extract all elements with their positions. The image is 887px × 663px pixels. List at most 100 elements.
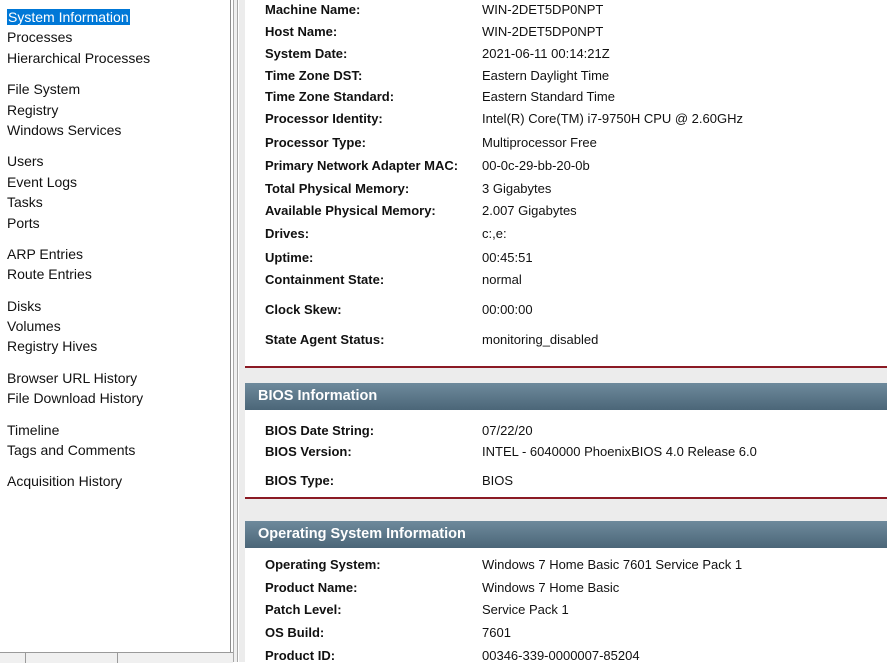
info-key: BIOS Type: xyxy=(265,473,335,488)
nav-group-gap xyxy=(0,68,230,79)
nav-item-label: Tasks xyxy=(7,194,43,211)
nav-group-gap xyxy=(0,233,230,244)
info-value: normal xyxy=(482,272,522,287)
info-value: c:,e: xyxy=(482,226,507,241)
info-value: Service Pack 1 xyxy=(482,602,569,617)
nav-item-file-download-history[interactable]: File Download History xyxy=(0,388,230,408)
info-key: BIOS Date String: xyxy=(265,423,375,438)
main-panel: Machine Name: WIN-2DET5DP0NPT Host Name: WI… xyxy=(239,0,887,662)
info-value: Eastern Daylight Time xyxy=(482,68,610,83)
info-value: Intel(R) Core(TM) i7-9750H CPU @ 2.60GHz xyxy=(482,111,743,126)
nav-item-tasks[interactable]: Tasks xyxy=(0,192,230,212)
nav-item-label: Users xyxy=(7,153,44,170)
nav-item-label: Tags and Comments xyxy=(7,442,136,459)
info-value: Windows 7 Home Basic xyxy=(482,580,620,595)
info-key: Processor Identity: xyxy=(265,111,383,126)
nav-item-arp-entries[interactable]: ARP Entries xyxy=(0,244,230,264)
nav-item-label: System Information xyxy=(7,9,130,25)
nav-item-label: Processes xyxy=(7,29,73,46)
bios-information-section: BIOS Information BIOS Date String: 07/22/… xyxy=(245,383,887,499)
nav-item-tags-and-comments[interactable]: Tags and Comments xyxy=(0,440,230,460)
info-value: Multiprocessor Free xyxy=(482,135,597,150)
sidebar-footer xyxy=(0,652,233,663)
nav-item-ports[interactable]: Ports xyxy=(0,213,230,233)
nav-group-gap xyxy=(0,357,230,368)
section-divider xyxy=(245,366,887,368)
info-value: 2021-06-11 00:14:21Z xyxy=(482,46,610,61)
info-value: INTEL - 6040000 PhoenixBIOS 4.0 Release … xyxy=(482,444,757,459)
nav-item-browser-url-history[interactable]: Browser URL History xyxy=(0,368,230,388)
operating-system-information-section: Operating System Information Operating S… xyxy=(245,521,887,662)
nav-item-route-entries[interactable]: Route Entries xyxy=(0,264,230,284)
sidebar-splitter[interactable] xyxy=(233,0,238,662)
info-key: State Agent Status: xyxy=(265,332,385,347)
nav-item-label: ARP Entries xyxy=(7,245,83,262)
info-value: 2.007 Gigabytes xyxy=(482,203,577,218)
nav-item-timeline[interactable]: Timeline xyxy=(0,420,230,440)
info-value: BIOS xyxy=(482,473,514,488)
info-value: WIN-2DET5DP0NPT xyxy=(482,24,604,39)
info-key: Host Name: xyxy=(265,24,338,39)
info-key: Containment State: xyxy=(265,272,385,287)
info-key: Time Zone Standard: xyxy=(265,89,395,104)
info-key: BIOS Version: xyxy=(265,444,352,459)
info-value: 00-0c-29-bb-20-0b xyxy=(482,158,590,173)
nav-item-event-logs[interactable]: Event Logs xyxy=(0,172,230,192)
section-divider xyxy=(245,497,887,499)
nav-item-label: Ports xyxy=(7,214,40,231)
info-value: 7601 xyxy=(482,625,511,640)
nav-item-disks[interactable]: Disks xyxy=(0,296,230,316)
nav-item-label: Windows Services xyxy=(7,121,122,138)
info-value: 07/22/20 xyxy=(482,423,533,438)
info-value: 00:45:51 xyxy=(482,250,533,265)
info-key: System Date: xyxy=(265,46,348,61)
info-key: Product Name: xyxy=(265,580,358,595)
nav-item-processes[interactable]: Processes xyxy=(0,27,230,47)
info-key: Total Physical Memory: xyxy=(265,181,410,196)
nav-item-label: File Download History xyxy=(7,390,144,407)
info-key: Patch Level: xyxy=(265,602,342,617)
info-key: Drives: xyxy=(265,226,310,241)
nav-group-gap xyxy=(0,460,230,471)
nav-group-gap xyxy=(0,140,230,151)
nav-item-label: Acquisition History xyxy=(7,473,123,490)
info-key: Operating System: xyxy=(265,557,381,572)
nav-item-file-system[interactable]: File System xyxy=(0,79,230,99)
info-key: OS Build: xyxy=(265,625,325,640)
nav-item-label: Volumes xyxy=(7,318,61,335)
info-value: 3 Gigabytes xyxy=(482,181,552,196)
navigation-sidebar: System Information Processes Hierarchical … xyxy=(0,0,231,652)
info-key: Uptime: xyxy=(265,250,314,265)
section-header: BIOS Information xyxy=(245,383,887,410)
info-key: Processor Type: xyxy=(265,135,366,150)
info-key: Machine Name: xyxy=(265,2,361,17)
info-value: Eastern Standard Time xyxy=(482,89,615,104)
nav-item-hierarchical-processes[interactable]: Hierarchical Processes xyxy=(0,48,230,68)
info-key: Primary Network Adapter MAC: xyxy=(265,158,459,173)
nav-group-gap xyxy=(0,409,230,420)
nav-item-users[interactable]: Users xyxy=(0,151,230,171)
nav-item-system-information[interactable]: System Information xyxy=(0,7,230,27)
info-value: Windows 7 Home Basic 7601 Service Pack 1 xyxy=(482,557,743,572)
system-information-section: Machine Name: WIN-2DET5DP0NPT Host Name: WI… xyxy=(245,0,887,368)
nav-item-windows-services[interactable]: Windows Services xyxy=(0,120,230,140)
nav-item-acquisition-history[interactable]: Acquisition History xyxy=(0,471,230,491)
nav-item-volumes[interactable]: Volumes xyxy=(0,316,230,336)
nav-item-label: Route Entries xyxy=(7,266,92,283)
info-value: WIN-2DET5DP0NPT xyxy=(482,2,604,17)
info-value: monitoring_disabled xyxy=(482,332,599,347)
info-key: Clock Skew: xyxy=(265,302,342,317)
info-key: Available Physical Memory: xyxy=(265,203,436,218)
info-value: 00346-339-0000007-85204 xyxy=(482,648,640,662)
nav-item-label: Hierarchical Processes xyxy=(7,49,151,66)
nav-item-label: Registry Hives xyxy=(7,338,98,355)
nav-group-gap xyxy=(0,285,230,296)
section-header: Operating System Information xyxy=(245,521,887,548)
nav-item-label: Browser URL History xyxy=(7,369,138,386)
nav-item-registry-hives[interactable]: Registry Hives xyxy=(0,336,230,356)
nav-item-registry[interactable]: Registry xyxy=(0,100,230,120)
nav-item-label: Event Logs xyxy=(7,173,78,190)
info-value: 00:00:00 xyxy=(482,302,533,317)
info-key: Product ID: xyxy=(265,648,336,662)
nav-item-label: File System xyxy=(7,81,81,98)
